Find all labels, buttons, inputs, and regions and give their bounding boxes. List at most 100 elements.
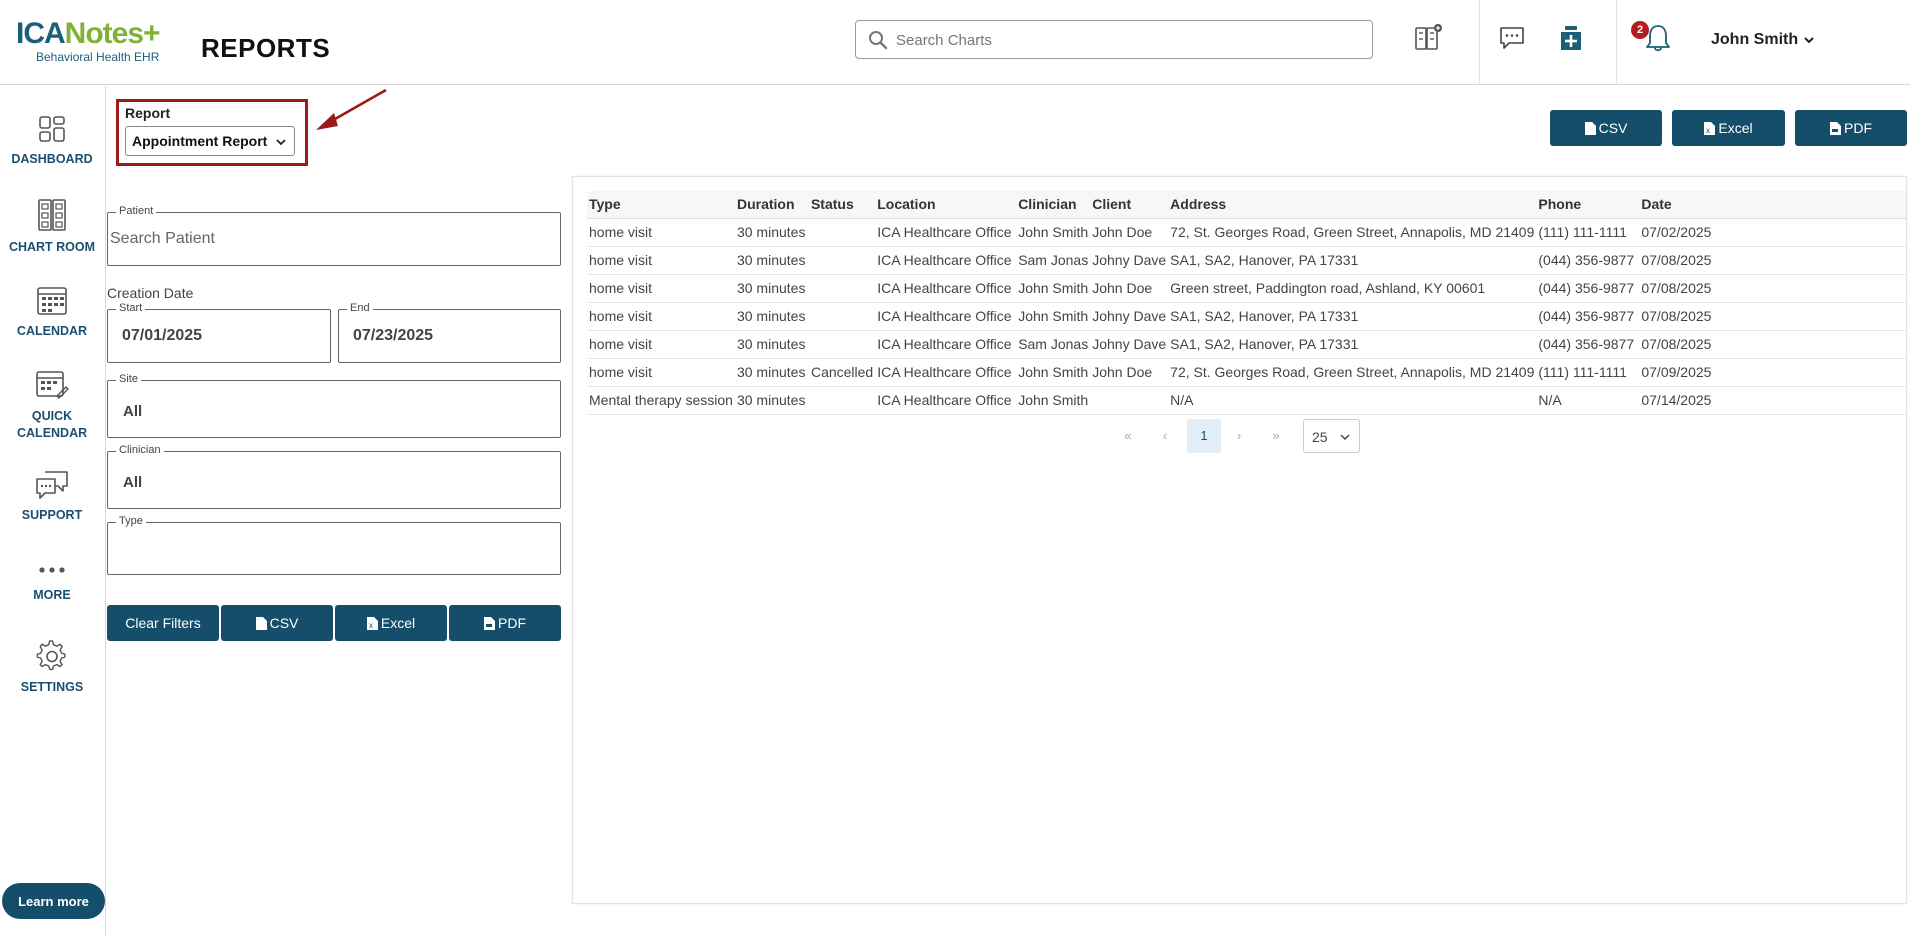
sidebar-item-label: SETTINGS	[20, 680, 84, 694]
table-cell: 07/08/2025	[1639, 246, 1906, 275]
table-cell: ICA Healthcare Office	[875, 358, 1017, 387]
table-row[interactable]: home visit 30 minutes ICA Healthcare Offic…	[587, 274, 1906, 303]
table-cell: 07/02/2025	[1639, 218, 1906, 247]
report-select[interactable]: Appointment Report	[125, 126, 295, 156]
table-cell: Mental therapy session	[587, 386, 735, 415]
export-csv-button[interactable]: CSV	[1550, 110, 1662, 146]
sidebar-item-label: MORE	[33, 588, 71, 602]
table-cell: 07/08/2025	[1639, 274, 1906, 303]
table-cell	[1090, 386, 1169, 415]
table-cell: 30 minutes	[734, 358, 809, 387]
clinician-field[interactable]: Clinician All	[107, 444, 561, 509]
export-pdf-button[interactable]: PDF	[1795, 110, 1907, 146]
table-header-row: Type Duration Status Location Clinician …	[587, 191, 1906, 219]
column-header-phone[interactable]: Phone	[1536, 191, 1640, 219]
table-cell: ICA Healthcare Office	[875, 274, 1017, 303]
table-row[interactable]: Mental therapy session 30 minutes ICA Heal…	[587, 386, 1906, 415]
column-header-date[interactable]: Date	[1639, 191, 1906, 219]
chevron-down-icon	[276, 139, 286, 146]
sidebar-item-settings[interactable]: SETTINGS	[0, 640, 104, 694]
chevron-down-icon[interactable]	[1802, 33, 1816, 47]
table-cell: 30 minutes	[734, 218, 809, 247]
table-row[interactable]: home visit 30 minutes ICA Healthcare Offic…	[587, 218, 1906, 247]
table-cell: John Doe	[1090, 218, 1169, 247]
svg-text:x: x	[369, 621, 373, 630]
patient-search-placeholder[interactable]: Search Patient	[110, 230, 215, 248]
column-header-location[interactable]: Location	[875, 191, 1017, 219]
column-header-clinician[interactable]: Clinician	[1016, 191, 1091, 219]
clear-filters-button[interactable]: Clear Filters	[107, 605, 219, 641]
table-cell: 30 minutes	[734, 302, 809, 331]
chevron-down-icon	[1340, 434, 1350, 441]
search-charts[interactable]	[855, 20, 1373, 59]
messages-icon[interactable]	[1495, 20, 1529, 56]
column-header-address[interactable]: Address	[1168, 191, 1537, 219]
icanotes-logo[interactable]: ICANotes+ Behavioral Health EHR	[16, 18, 176, 66]
learn-more-button[interactable]: Learn more	[2, 883, 105, 919]
table-row[interactable]: home visit 30 minutes ICA Healthcare Offic…	[587, 302, 1906, 331]
column-header-duration[interactable]: Duration	[734, 191, 809, 219]
chart-room-add-icon[interactable]	[1411, 20, 1445, 56]
export-excel-button[interactable]: x Excel	[1672, 110, 1785, 146]
filter-csv-button[interactable]: CSV	[221, 605, 333, 641]
table-cell: home visit	[587, 358, 735, 387]
more-icon	[39, 567, 65, 573]
sidebar-item-label: QUICK CALENDAR	[17, 409, 88, 440]
end-date-value: 07/23/2025	[353, 327, 434, 344]
table-cell	[808, 246, 876, 275]
table-cell: home visit	[587, 274, 735, 303]
sidebar-item-calendar[interactable]: CALENDAR	[0, 284, 104, 338]
type-field[interactable]: Type	[107, 515, 561, 575]
sidebar-item-quick-calendar[interactable]: QUICK CALENDAR	[0, 368, 104, 442]
table-cell: 30 minutes	[734, 386, 809, 415]
table-cell: N/A	[1536, 386, 1640, 415]
appointment-report-table: Type Duration Status Location Clinician …	[587, 191, 1906, 415]
annotation-arrow-icon	[316, 88, 387, 130]
sidebar-item-dashboard[interactable]: DASHBOARD	[0, 114, 104, 166]
logo-subtitle: Behavioral Health EHR	[36, 50, 160, 64]
first-page-button[interactable]: «	[1113, 419, 1143, 453]
table-cell	[808, 274, 876, 303]
table-cell: John Smith	[1016, 386, 1091, 415]
start-date-field[interactable]: Start 07/01/2025	[107, 302, 331, 363]
patient-field[interactable]: Patient Search Patient	[107, 205, 561, 266]
filter-excel-button[interactable]: x Excel	[335, 605, 447, 641]
user-menu[interactable]: John Smith	[1711, 31, 1798, 49]
report-selector-highlight: Report Appointment Report	[116, 99, 308, 166]
chart-room-icon	[38, 199, 66, 231]
sidebar-item-support[interactable]: SUPPORT	[0, 470, 104, 522]
pdf-file-icon	[1830, 121, 1841, 135]
report-label: Report	[125, 105, 171, 121]
column-header-client[interactable]: Client	[1090, 191, 1169, 219]
table-cell: 30 minutes	[734, 274, 809, 303]
start-date-value: 07/01/2025	[122, 327, 203, 344]
logo-text-ica: ICA	[16, 17, 66, 50]
column-header-status[interactable]: Status	[808, 191, 876, 219]
table-row[interactable]: home visit 30 minutes Cancelled ICA Healthc…	[587, 358, 1906, 387]
table-cell: Johny Dave	[1090, 330, 1169, 359]
prev-page-button[interactable]: ‹	[1150, 419, 1180, 453]
last-page-button[interactable]: »	[1261, 419, 1291, 453]
table-row[interactable]: home visit 30 minutes ICA Healthcare Offic…	[587, 246, 1906, 275]
page-size-select[interactable]: 25	[1303, 419, 1360, 453]
next-page-button[interactable]: ›	[1224, 419, 1254, 453]
svg-text:x: x	[1706, 126, 1710, 135]
site-field[interactable]: Site All	[107, 373, 561, 438]
page-1-button[interactable]: 1	[1187, 419, 1221, 453]
filter-pdf-button[interactable]: PDF	[449, 605, 561, 641]
prescription-add-icon[interactable]	[1554, 20, 1588, 56]
notification-badge: 2	[1631, 21, 1649, 39]
sidebar-item-chart-room[interactable]: CHART ROOM	[0, 198, 104, 254]
logo-text-notes: Notes+	[64, 17, 161, 50]
column-header-type[interactable]: Type	[587, 191, 735, 219]
table-row[interactable]: home visit 30 minutes ICA Healthcare Offic…	[587, 330, 1906, 359]
pdf-file-icon	[484, 616, 495, 630]
type-legend: Type	[116, 515, 146, 527]
end-date-field[interactable]: End 07/23/2025	[338, 302, 561, 363]
table-cell: 07/14/2025	[1639, 386, 1906, 415]
sidebar-item-more[interactable]: MORE	[0, 560, 104, 602]
site-legend: Site	[116, 373, 141, 385]
filter-pdf-label: PDF	[498, 615, 526, 631]
table-cell: ICA Healthcare Office	[875, 330, 1017, 359]
search-input[interactable]	[896, 27, 1356, 53]
